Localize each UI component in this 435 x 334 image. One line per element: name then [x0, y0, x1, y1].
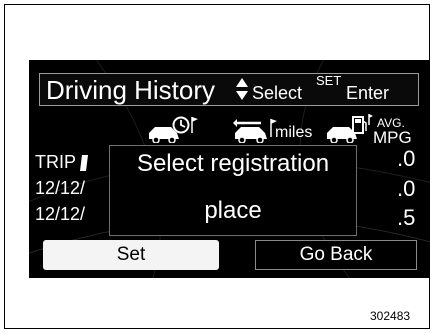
registration-dialog: Select registration place — [109, 145, 357, 236]
row-label-trip: TRIP — [35, 152, 77, 172]
row-value-2: .5 — [397, 205, 416, 230]
row-value-1: .0 — [397, 176, 416, 201]
car-arrow-flag-icon — [233, 119, 277, 143]
row-label-date-1: 12/12/ — [35, 178, 86, 198]
row-label-date-2: 12/12/ — [35, 204, 86, 224]
trip-marker-icon — [80, 155, 88, 171]
display-screen: Driving History Select SET Enter miles A… — [29, 60, 430, 278]
set-button[interactable]: Set — [43, 240, 219, 270]
dialog-message-line-2: place — [204, 197, 262, 224]
row-value-trip: .0 — [397, 146, 416, 171]
figure-id: 302483 — [370, 309, 411, 323]
title-bar: Driving History Select SET Enter — [39, 73, 419, 106]
go-back-button[interactable]: Go Back — [255, 240, 417, 270]
page-title: Driving History — [46, 75, 216, 105]
mpg-label: MPG — [373, 128, 412, 147]
car-fuel-pump-icon — [327, 114, 373, 143]
figure-frame: Driving History Select SET Enter miles A… — [4, 4, 430, 329]
dialog-message-line-1: Select registration — [136, 150, 330, 177]
select-hint: Select — [252, 83, 303, 103]
car-clock-flag-icon — [149, 116, 198, 143]
enter-hint: Enter — [346, 83, 390, 103]
miles-label: miles — [275, 124, 313, 141]
set-tag: SET — [316, 73, 342, 88]
up-down-arrow-icon — [236, 78, 248, 100]
